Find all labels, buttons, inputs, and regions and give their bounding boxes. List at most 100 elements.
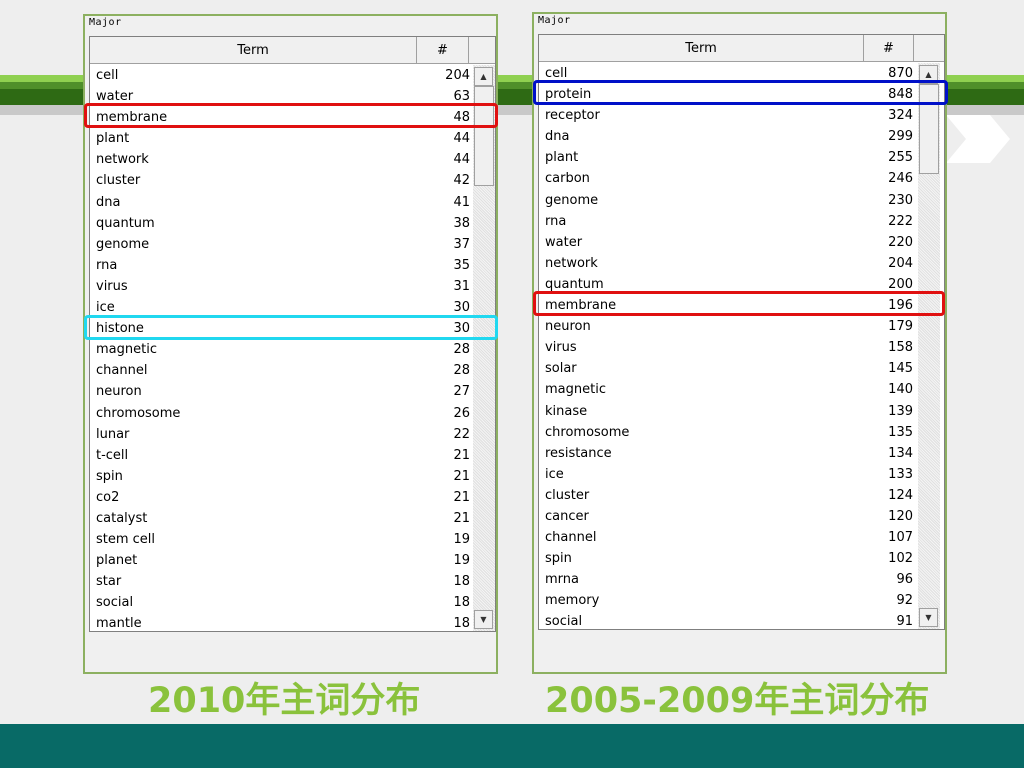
left-caption: 2010年主词分布 bbox=[148, 681, 421, 721]
list-item[interactable]: network 204 bbox=[539, 253, 918, 274]
count-cell: 107 bbox=[888, 530, 913, 546]
list-item[interactable]: channel 107 bbox=[539, 527, 918, 548]
list-item[interactable]: magnetic 28 bbox=[90, 339, 473, 360]
list-item[interactable]: catalyst 21 bbox=[90, 508, 473, 529]
list-item[interactable]: cancer 120 bbox=[539, 506, 918, 527]
list-item[interactable]: planet 19 bbox=[90, 550, 473, 571]
list-item[interactable]: co2 21 bbox=[90, 487, 473, 508]
count-cell: 35 bbox=[453, 257, 470, 273]
list-item[interactable]: virus 158 bbox=[539, 337, 918, 358]
list-item[interactable]: mantle 18 bbox=[90, 613, 473, 632]
count-cell: 145 bbox=[888, 361, 913, 377]
list-item[interactable]: memory 92 bbox=[539, 590, 918, 611]
list-item[interactable]: neuron 27 bbox=[90, 381, 473, 402]
term-cell: plant bbox=[96, 131, 130, 147]
count-cell: 102 bbox=[888, 551, 913, 567]
list-item[interactable]: carbon 246 bbox=[539, 168, 918, 189]
term-cell: rna bbox=[96, 257, 118, 273]
count-cell: 135 bbox=[888, 424, 913, 440]
count-cell: 18 bbox=[453, 616, 470, 632]
term-cell: quantum bbox=[96, 215, 155, 231]
right-caption: 2005-2009年主词分布 bbox=[545, 681, 930, 721]
scroll-thumb[interactable] bbox=[474, 86, 494, 186]
term-cell: genome bbox=[545, 192, 599, 208]
list-item[interactable]: dna 41 bbox=[90, 192, 473, 213]
scroll-down-button[interactable]: ▼ bbox=[919, 608, 938, 627]
scroll-down-button[interactable]: ▼ bbox=[474, 610, 493, 629]
list-item[interactable]: network 44 bbox=[90, 149, 473, 170]
count-cell: 299 bbox=[888, 129, 913, 145]
term-cell: memory bbox=[545, 593, 600, 609]
count-cell: 204 bbox=[445, 68, 470, 83]
count-column-header[interactable]: # bbox=[864, 35, 914, 62]
count-cell: 28 bbox=[453, 363, 470, 379]
list-item[interactable]: cluster 124 bbox=[539, 485, 918, 506]
count-cell: 26 bbox=[453, 405, 470, 421]
term-cell: virus bbox=[96, 278, 128, 294]
list-item[interactable]: resistance 134 bbox=[539, 443, 918, 464]
list-item[interactable]: dna 299 bbox=[539, 126, 918, 147]
term-cell: t-cell bbox=[96, 447, 129, 463]
list-item[interactable]: social 18 bbox=[90, 592, 473, 613]
list-item[interactable]: rna 222 bbox=[539, 211, 918, 232]
term-cell: chromosome bbox=[545, 424, 630, 440]
list-item[interactable]: genome 230 bbox=[539, 190, 918, 211]
term-cell: spin bbox=[96, 468, 123, 484]
term-cell: mrna bbox=[545, 572, 579, 588]
list-item[interactable]: chromosome 135 bbox=[539, 422, 918, 443]
count-cell: 158 bbox=[888, 340, 913, 356]
count-cell: 139 bbox=[888, 403, 913, 419]
term-cell: lunar bbox=[96, 426, 130, 442]
term-cell: dna bbox=[96, 194, 121, 210]
footer-band bbox=[0, 724, 1024, 768]
term-cell: co2 bbox=[96, 489, 120, 505]
list-item[interactable]: cluster 42 bbox=[90, 170, 473, 191]
list-item[interactable]: ice 133 bbox=[539, 464, 918, 485]
count-cell: 255 bbox=[888, 150, 913, 166]
right-term-panel: Major Term # cell 870 protein 848 receptor 32… bbox=[532, 12, 947, 674]
list-item[interactable]: neuron 179 bbox=[539, 316, 918, 337]
term-column-header[interactable]: Term bbox=[90, 37, 417, 64]
term-cell: catalyst bbox=[96, 510, 148, 526]
right-vertical-scrollbar[interactable]: ▲ ▼ bbox=[918, 63, 940, 629]
list-item[interactable]: mrna 96 bbox=[539, 569, 918, 590]
list-item[interactable]: lunar 22 bbox=[90, 424, 473, 445]
right-term-list[interactable]: Term # cell 870 protein 848 receptor 324 dna 29… bbox=[538, 34, 945, 630]
list-item[interactable]: plant 44 bbox=[90, 128, 473, 149]
count-cell: 18 bbox=[453, 595, 470, 611]
list-header: Term # bbox=[90, 37, 495, 64]
term-cell: social bbox=[545, 614, 583, 630]
term-cell: cluster bbox=[545, 487, 590, 503]
term-column-header[interactable]: Term bbox=[539, 35, 864, 62]
count-cell: 19 bbox=[453, 532, 470, 548]
count-cell: 42 bbox=[453, 173, 470, 189]
highlight-membrane-2005-2009 bbox=[533, 291, 945, 316]
list-item[interactable]: spin 102 bbox=[539, 548, 918, 569]
list-item[interactable]: magnetic 140 bbox=[539, 379, 918, 400]
list-item[interactable]: kinase 139 bbox=[539, 401, 918, 422]
term-cell: rna bbox=[545, 213, 567, 229]
list-item[interactable]: solar 145 bbox=[539, 358, 918, 379]
list-header: Term # bbox=[539, 35, 944, 62]
term-cell: chromosome bbox=[96, 405, 181, 421]
left-vertical-scrollbar[interactable]: ▲ ▼ bbox=[473, 65, 495, 631]
list-item[interactable]: t-cell 21 bbox=[90, 445, 473, 466]
list-item[interactable]: chromosome 26 bbox=[90, 403, 473, 424]
list-item[interactable]: quantum 38 bbox=[90, 213, 473, 234]
count-column-header[interactable]: # bbox=[417, 37, 469, 64]
list-item[interactable]: genome 37 bbox=[90, 234, 473, 255]
list-item[interactable]: receptor 324 bbox=[539, 105, 918, 126]
scroll-up-button[interactable]: ▲ bbox=[474, 67, 493, 86]
list-item[interactable]: rna 35 bbox=[90, 255, 473, 276]
count-cell: 124 bbox=[888, 487, 913, 503]
list-item[interactable]: water 220 bbox=[539, 232, 918, 253]
list-item[interactable]: channel 28 bbox=[90, 360, 473, 381]
list-item[interactable]: star 18 bbox=[90, 571, 473, 592]
count-cell: 21 bbox=[453, 489, 470, 505]
list-item[interactable]: social 91 bbox=[539, 611, 918, 630]
list-item[interactable]: cell 204 bbox=[90, 65, 473, 86]
list-item[interactable]: stem cell 19 bbox=[90, 529, 473, 550]
list-item[interactable]: virus 31 bbox=[90, 276, 473, 297]
list-item[interactable]: spin 21 bbox=[90, 466, 473, 487]
list-item[interactable]: plant 255 bbox=[539, 147, 918, 168]
